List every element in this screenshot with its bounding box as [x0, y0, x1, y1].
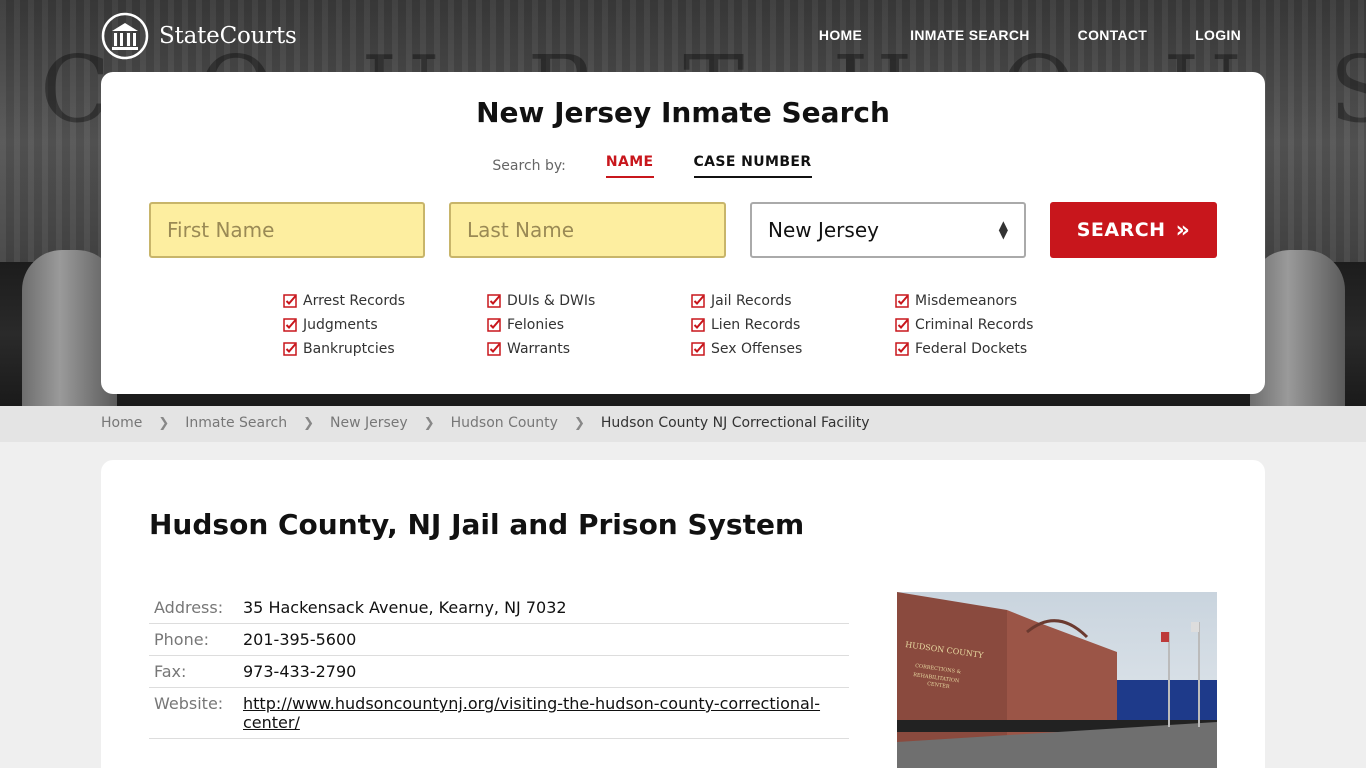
- site-logo[interactable]: StateCourts: [101, 12, 297, 60]
- state-select-value: New Jersey: [768, 218, 879, 242]
- main-nav: HOME INMATE SEARCH CONTACT LOGIN: [819, 27, 1241, 43]
- checkbox-checked-icon: [283, 342, 297, 356]
- record-type-item[interactable]: Federal Dockets: [895, 340, 1099, 358]
- record-type-label: Federal Dockets: [915, 341, 1028, 357]
- website-label: Website:: [149, 687, 238, 739]
- fax-label: Fax:: [149, 655, 238, 688]
- nav-login-link[interactable]: LOGIN: [1195, 27, 1241, 43]
- courthouse-logo-icon: [101, 12, 149, 60]
- record-type-item[interactable]: Arrest Records: [283, 292, 487, 310]
- tab-name[interactable]: NAME: [605, 154, 654, 178]
- chevron-right-icon: ❯: [303, 415, 315, 431]
- nav-inmate-search-link[interactable]: INMATE SEARCH: [910, 27, 1030, 43]
- state-select[interactable]: New Jersey ▲ ▼: [750, 202, 1026, 258]
- record-type-item[interactable]: Lien Records: [691, 316, 895, 334]
- breadcrumb-current-page: Hudson County NJ Correctional Facility: [600, 415, 870, 431]
- facility-info-table: Address: 35 Hackensack Avenue, Kearny, N…: [149, 592, 849, 739]
- tab-case-number[interactable]: CASE NUMBER: [693, 154, 812, 178]
- record-type-item[interactable]: Jail Records: [691, 292, 895, 310]
- checkbox-checked-icon: [487, 318, 501, 332]
- record-type-list: Arrest Records DUIs & DWIs Jail Records …: [283, 292, 1099, 358]
- record-type-item[interactable]: Misdemeanors: [895, 292, 1099, 310]
- checkbox-checked-icon: [691, 294, 705, 308]
- last-name-placeholder: Last Name: [467, 218, 575, 242]
- table-row: Website: http://www.hudsoncountynj.org/v…: [149, 687, 849, 739]
- address-value: 35 Hackensack Avenue, Kearny, NJ 7032: [238, 592, 849, 624]
- first-name-placeholder: First Name: [167, 218, 275, 242]
- chevron-right-icon: ❯: [158, 415, 170, 431]
- checkbox-checked-icon: [691, 318, 705, 332]
- search-title: New Jersey Inmate Search: [476, 96, 890, 129]
- search-button[interactable]: SEARCH »: [1050, 202, 1217, 258]
- phone-value: 201-395-5600: [238, 623, 849, 656]
- record-type-label: Arrest Records: [303, 293, 406, 309]
- breadcrumb-hudson-county[interactable]: Hudson County: [451, 415, 558, 431]
- logo-text: StateCourts: [159, 23, 297, 49]
- search-card: New Jersey Inmate Search Search by: NAME…: [101, 72, 1265, 394]
- first-name-input[interactable]: First Name: [149, 202, 425, 258]
- record-type-label: Sex Offenses: [711, 341, 803, 357]
- record-type-label: Jail Records: [711, 293, 792, 309]
- fax-value: 973-433-2790: [238, 655, 849, 688]
- chevron-right-icon: ❯: [423, 415, 435, 431]
- record-type-item[interactable]: Criminal Records: [895, 316, 1099, 334]
- record-type-item[interactable]: Sex Offenses: [691, 340, 895, 358]
- facility-card: Hudson County, NJ Jail and Prison System…: [101, 460, 1265, 768]
- record-type-label: Felonies: [507, 317, 565, 333]
- search-by-tabs: Search by: NAME CASE NUMBER: [101, 154, 1265, 178]
- record-type-label: Bankruptcies: [303, 341, 395, 357]
- record-type-item[interactable]: Felonies: [487, 316, 691, 334]
- address-label: Address:: [149, 592, 238, 624]
- record-type-label: Misdemeanors: [915, 293, 1018, 309]
- table-row: Address: 35 Hackensack Avenue, Kearny, N…: [149, 592, 849, 624]
- website-link[interactable]: http://www.hudsoncountynj.org/visiting-t…: [243, 694, 820, 732]
- breadcrumb: Home ❯ Inmate Search ❯ New Jersey ❯ Huds…: [101, 415, 870, 431]
- checkbox-checked-icon: [487, 294, 501, 308]
- breadcrumb-new-jersey[interactable]: New Jersey: [330, 415, 408, 431]
- breadcrumb-inmate-search[interactable]: Inmate Search: [185, 415, 287, 431]
- checkbox-checked-icon: [691, 342, 705, 356]
- record-type-label: Judgments: [303, 317, 378, 333]
- facility-photo: HUDSON COUNTY CORRECTIONS & REHABILITATI…: [897, 592, 1217, 768]
- record-type-item[interactable]: Judgments: [283, 316, 487, 334]
- nav-home-link[interactable]: HOME: [819, 27, 862, 43]
- record-type-item[interactable]: DUIs & DWIs: [487, 292, 691, 310]
- record-type-label: Criminal Records: [915, 317, 1034, 333]
- page-title: Hudson County, NJ Jail and Prison System: [149, 508, 805, 541]
- checkbox-checked-icon: [487, 342, 501, 356]
- last-name-input[interactable]: Last Name: [449, 202, 726, 258]
- search-by-label: Search by:: [492, 158, 566, 174]
- breadcrumb-bar: Home ❯ Inmate Search ❯ New Jersey ❯ Huds…: [0, 406, 1366, 442]
- chevron-right-icon: ❯: [573, 415, 585, 431]
- record-type-label: DUIs & DWIs: [507, 293, 596, 309]
- checkbox-checked-icon: [283, 294, 297, 308]
- record-type-label: Warrants: [507, 341, 571, 357]
- record-type-item[interactable]: Bankruptcies: [283, 340, 487, 358]
- record-type-label: Lien Records: [711, 317, 801, 333]
- double-chevron-right-icon: »: [1175, 217, 1191, 243]
- checkbox-checked-icon: [283, 318, 297, 332]
- checkbox-checked-icon: [895, 318, 909, 332]
- nav-contact-link[interactable]: CONTACT: [1078, 27, 1148, 43]
- select-arrows-icon: ▲ ▼: [998, 218, 1008, 241]
- phone-label: Phone:: [149, 623, 238, 656]
- record-type-item[interactable]: Warrants: [487, 340, 691, 358]
- table-row: Phone: 201-395-5600: [149, 623, 849, 656]
- search-button-label: SEARCH: [1076, 219, 1166, 241]
- checkbox-checked-icon: [895, 294, 909, 308]
- checkbox-checked-icon: [895, 342, 909, 356]
- table-row: Fax: 973-433-2790: [149, 655, 849, 688]
- breadcrumb-home[interactable]: Home: [101, 415, 142, 431]
